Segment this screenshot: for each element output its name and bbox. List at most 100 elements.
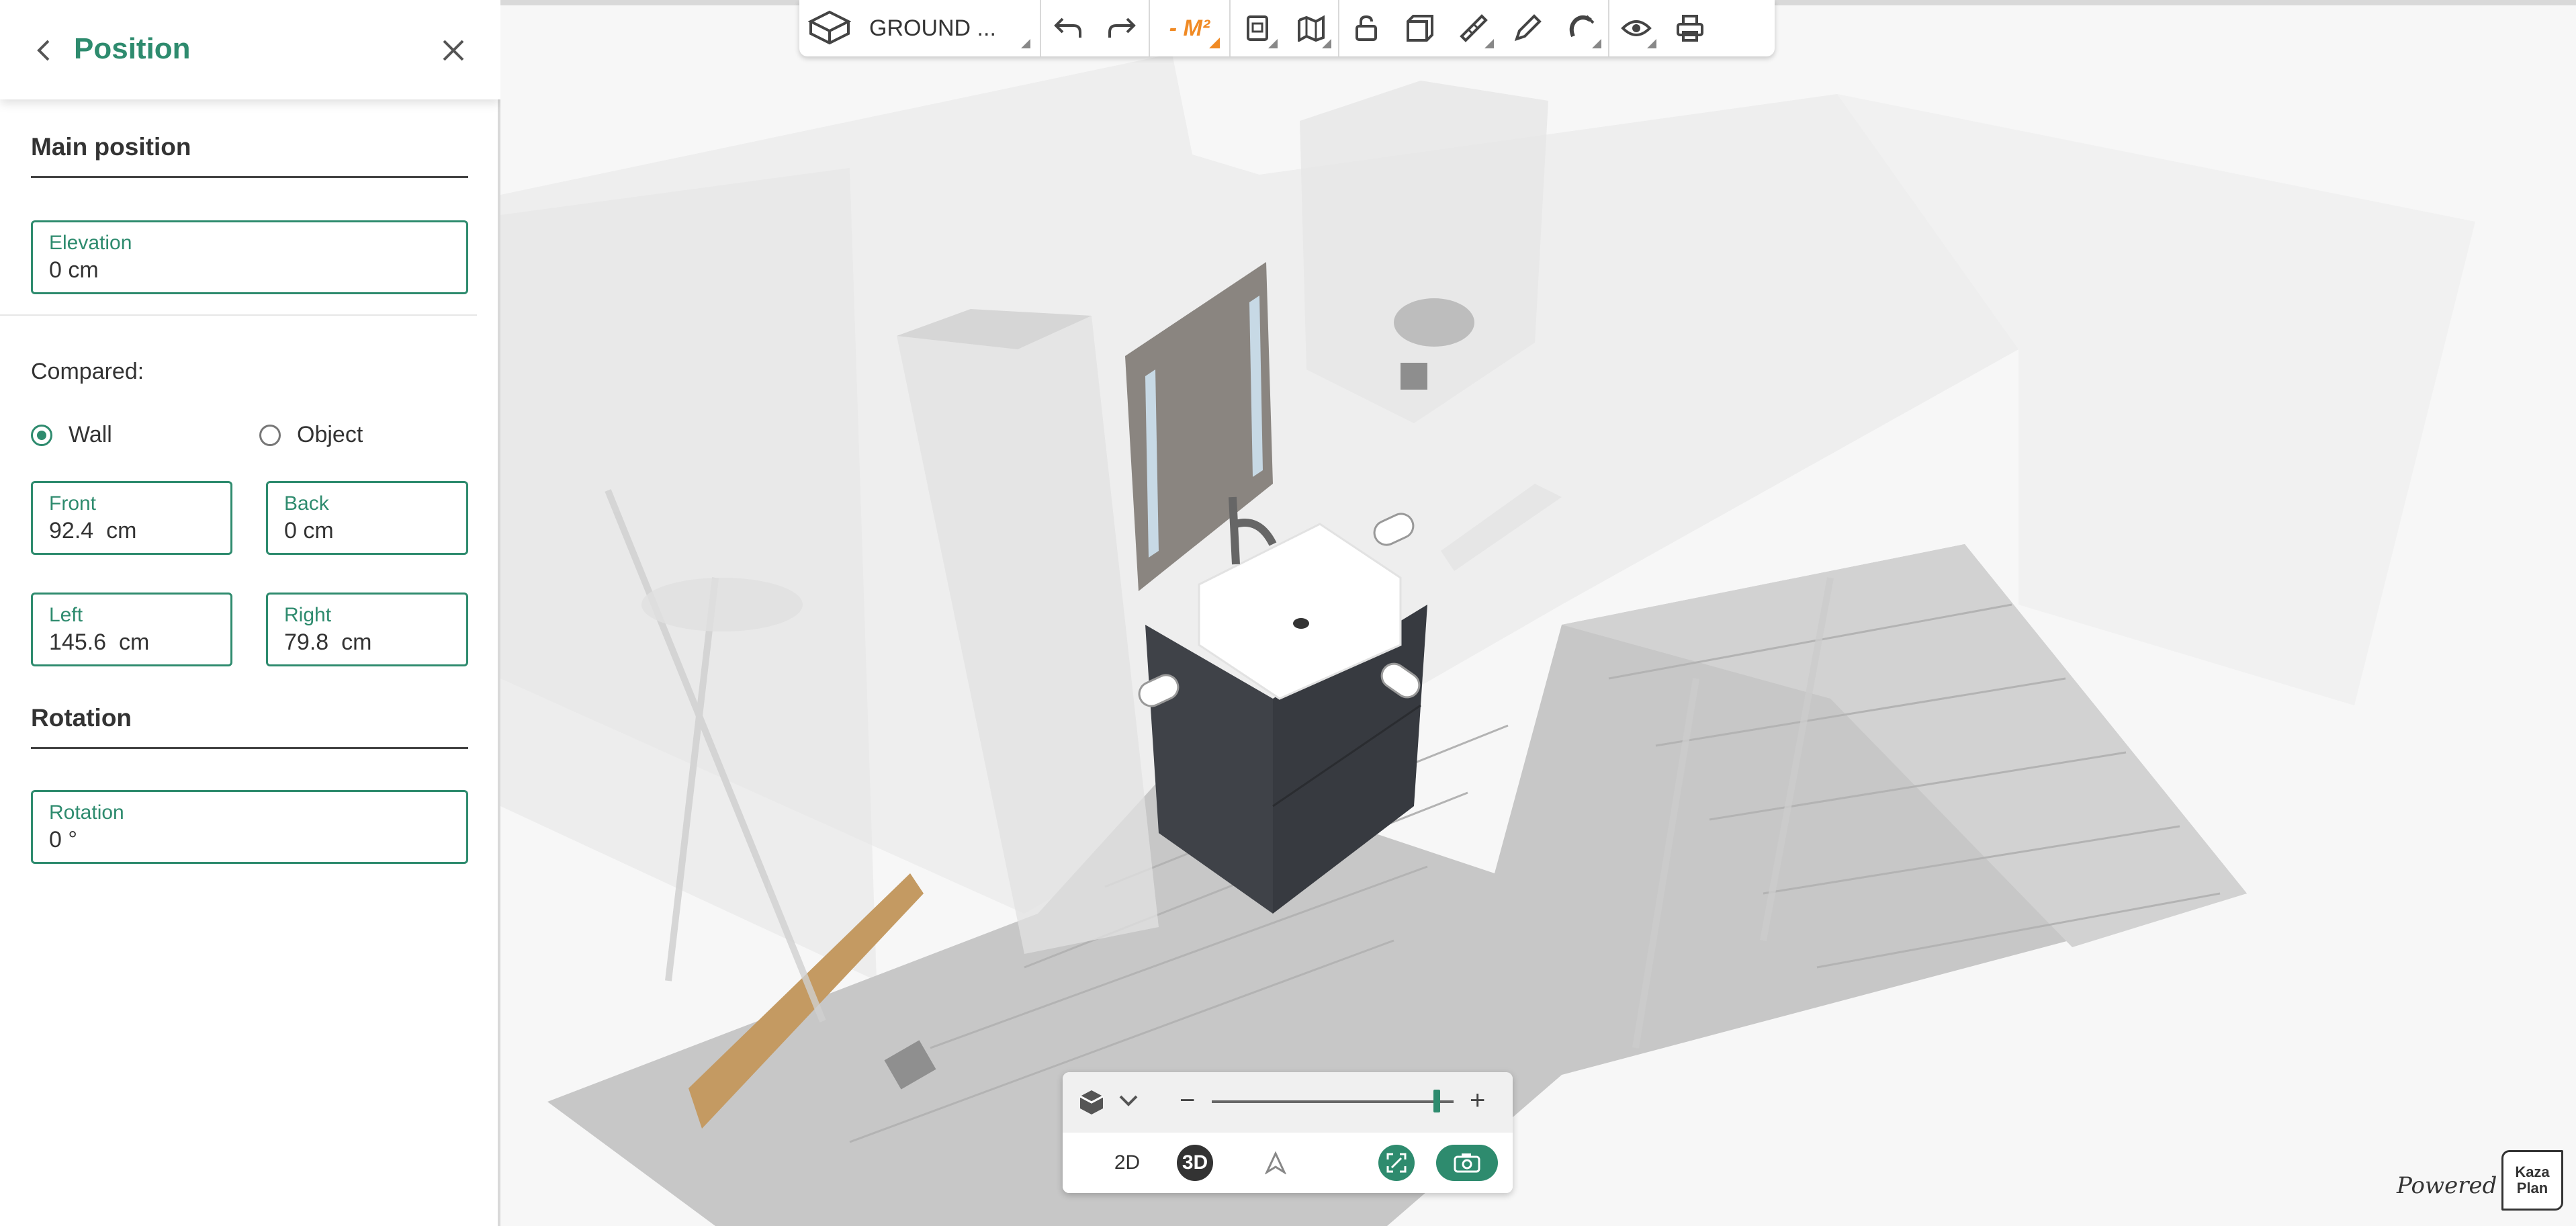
cube-icon [1407, 15, 1433, 42]
close-icon [443, 40, 464, 61]
position-panel: Position Main position Elevation Compare… [0, 0, 500, 1226]
logo-line-1: Kaza [2515, 1164, 2550, 1180]
fit-screen-button[interactable] [1378, 1145, 1415, 1181]
document-dropdown-corner [1268, 39, 1278, 48]
m2-label: - M² [1169, 15, 1210, 41]
screenshot-button[interactable] [1436, 1145, 1498, 1181]
back-arrow-icon [37, 40, 50, 61]
floorplan-icon [808, 10, 851, 45]
sink-drain [1293, 618, 1309, 629]
front-input[interactable] [49, 518, 208, 544]
eye-icon [1621, 20, 1652, 36]
panel-title: Position [74, 32, 191, 65]
rotation-input[interactable] [49, 827, 396, 853]
document-button[interactable] [1231, 0, 1284, 56]
panel-divider [0, 314, 477, 316]
camera-icon [1454, 1153, 1480, 1173]
documents-group [1231, 0, 1339, 56]
magnet-button[interactable] [1554, 0, 1608, 56]
zoom-slider[interactable] [1212, 1100, 1454, 1103]
ruler-button[interactable] [1447, 0, 1501, 56]
towels [1394, 298, 1474, 347]
shower-head [641, 578, 803, 631]
radio-wall-circle[interactable] [31, 424, 52, 446]
radio-object-circle[interactable] [259, 424, 281, 446]
print-button[interactable] [1663, 0, 1717, 56]
left-glass-panel [500, 168, 877, 981]
view-cube-button[interactable] [1077, 1088, 1106, 1120]
kazaplan-logo[interactable]: Kaza Plan [2501, 1150, 2563, 1211]
back-button[interactable] [27, 34, 60, 67]
radio-object-label: Object [297, 422, 363, 447]
back-field[interactable]: Back [266, 481, 468, 555]
right-input[interactable] [284, 629, 443, 656]
room-scene [500, 54, 2475, 1226]
level-selector[interactable]: GROUND ... [799, 0, 1041, 56]
redo-button[interactable] [1095, 0, 1149, 56]
close-button[interactable] [437, 34, 470, 67]
view-3d-button[interactable]: 3D [1177, 1145, 1213, 1181]
zoom-row: − + [1063, 1072, 1513, 1133]
m2-button[interactable]: - M² [1150, 0, 1231, 56]
map-dropdown-corner [1322, 39, 1331, 48]
panel-header: Position [0, 0, 500, 99]
eye-button[interactable] [1609, 0, 1663, 56]
radio-object[interactable]: Object [259, 422, 363, 448]
lock-button[interactable] [1339, 0, 1393, 56]
fit-screen-icon [1386, 1153, 1407, 1173]
left-label: Left [49, 604, 83, 626]
radio-wall-label: Wall [69, 422, 112, 447]
ruler-dropdown-corner [1484, 39, 1494, 48]
chevron-down-icon [1119, 1095, 1138, 1106]
right-field[interactable]: Right [266, 593, 468, 666]
rotation-label: Rotation [49, 801, 124, 824]
level-label: GROUND ... [869, 15, 996, 41]
right-label: Right [284, 604, 332, 626]
compared-label: Compared: [31, 359, 144, 384]
main-position-heading: Main position [31, 133, 191, 161]
main-toolbar: GROUND ... - M² [799, 0, 1775, 56]
back-input[interactable] [284, 518, 443, 544]
shelf-item [1401, 363, 1427, 390]
compass-icon [1264, 1151, 1287, 1174]
compass-button[interactable] [1257, 1146, 1294, 1180]
left-field[interactable]: Left [31, 593, 232, 666]
printer-icon [1677, 15, 1703, 42]
section-divider [31, 176, 468, 178]
radio-wall[interactable]: Wall [31, 422, 112, 448]
view-cube-icon [1079, 1090, 1104, 1114]
rotation-heading: Rotation [31, 704, 132, 732]
pencil-icon [1514, 14, 1542, 42]
back-label: Back [284, 492, 329, 515]
undo-button[interactable] [1041, 0, 1095, 56]
undo-icon [1054, 17, 1081, 38]
elevation-input[interactable] [49, 257, 396, 283]
view-tools-group [1608, 0, 1717, 56]
view-2d-button[interactable]: 2D [1106, 1146, 1149, 1180]
3d-viewport[interactable] [500, 0, 2576, 1226]
view-dropdown-button[interactable] [1118, 1092, 1139, 1112]
front-label: Front [49, 492, 97, 515]
map-icon [1298, 15, 1325, 42]
cube-button[interactable] [1393, 0, 1447, 56]
zoom-in-button[interactable]: + [1470, 1086, 1485, 1116]
pencil-button[interactable] [1501, 0, 1554, 56]
left-input[interactable] [49, 629, 208, 656]
view-control-widget: − + 2D 3D [1063, 1072, 1513, 1193]
redo-icon [1108, 17, 1136, 38]
front-field[interactable]: Front [31, 481, 232, 555]
zoom-out-button[interactable]: − [1180, 1086, 1195, 1116]
lock-icon [1356, 15, 1377, 41]
eye-dropdown-corner [1647, 39, 1656, 48]
elevation-field[interactable]: Elevation [31, 220, 468, 294]
logo-line-2: Plan [2516, 1180, 2548, 1196]
history-group [1041, 0, 1150, 56]
magnet-dropdown-corner [1592, 39, 1601, 48]
edit-tools-group [1339, 0, 1608, 56]
rotation-divider [31, 747, 468, 749]
floorplan-button[interactable] [799, 0, 860, 56]
rotation-field[interactable]: Rotation [31, 790, 468, 864]
zoom-slider-handle[interactable] [1433, 1090, 1440, 1112]
map-button[interactable] [1284, 0, 1338, 56]
document-icon [1247, 15, 1268, 41]
